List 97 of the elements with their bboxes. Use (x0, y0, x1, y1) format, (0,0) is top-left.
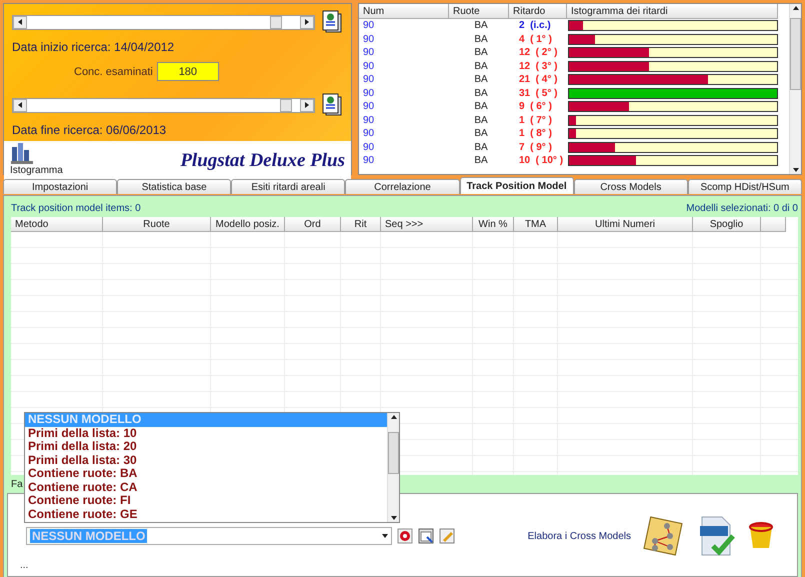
table-cell-text: 90 (362, 47, 376, 58)
delay-value: 21 ( 4° ) (518, 74, 558, 86)
ellipsis-link[interactable]: ... (20, 560, 787, 571)
column-header[interactable]: Num (359, 4, 449, 19)
table-cell-text: BA (473, 142, 489, 153)
arrow-icon[interactable] (390, 413, 398, 421)
gear-icon[interactable] (397, 528, 413, 544)
tab[interactable]: Scomp HDist/HSum (688, 179, 802, 194)
arrow-icon[interactable] (303, 18, 311, 26)
tab[interactable]: Track Position Model (460, 177, 574, 194)
dropdown-option[interactable]: Contiene ruote: GE (25, 508, 387, 521)
window-icon[interactable] (418, 528, 434, 544)
column-header[interactable]: Rit (341, 217, 381, 232)
delay-value: 10 ( 10° ) (518, 155, 564, 166)
column-header[interactable]: Ruote (449, 4, 509, 19)
arrow-icon[interactable] (16, 18, 24, 26)
count-label: Conc. esaminati (74, 66, 153, 78)
dropdown-option[interactable]: Primi della lista: 30 (25, 454, 387, 467)
calendar-button[interactable] (321, 10, 343, 34)
arrow-icon[interactable] (16, 101, 24, 109)
scrollbar[interactable] (789, 4, 801, 174)
tab[interactable]: Statistica base (117, 179, 232, 194)
tab[interactable]: Impostazioni (3, 179, 118, 194)
column-header[interactable]: Seq >>> (381, 217, 473, 232)
arrow-icon[interactable] (303, 101, 311, 109)
table-cell-text: 90 (362, 114, 376, 126)
table-cell-text: 90 (362, 128, 376, 140)
model-dropdown-list[interactable]: NESSUN MODELLO Primi della lista: 10 Primi della lista: 20 Primi della lista: 30 Contiene ruote: BA Contiene ruote: CA Contiene ruote: FI Contiene ruote: GE (24, 412, 400, 523)
filter-label: Fa (11, 478, 23, 490)
dropdown-option[interactable]: Primi della lista: 20 (25, 440, 387, 454)
delay-value: 4 ( 1° ) (518, 34, 553, 45)
dropdown-option[interactable]: Contiene ruote: BA (25, 467, 387, 480)
dropdown-option[interactable]: Primi della lista: 10 (25, 426, 387, 440)
arrow-icon[interactable] (792, 4, 800, 12)
slider-thumb[interactable] (270, 16, 282, 28)
end-date-label: Data fine ricerca: 06/06/2013 (12, 123, 168, 137)
items-count-label: Track position model items: 0 (11, 203, 141, 214)
column-header[interactable]: TMA (514, 217, 558, 232)
table-cell-text: 90 (362, 20, 376, 32)
table-cell-text: 90 (362, 142, 376, 153)
tab[interactable]: Esiti ritardi areali (231, 179, 346, 194)
table-cell-text: BA (473, 114, 489, 126)
cross-models-label: Elabora i Cross Models (528, 530, 631, 542)
delay-value: 12 ( 2° ) (518, 47, 558, 58)
table-cell-text: BA (473, 74, 489, 86)
count-field[interactable]: 180 (156, 62, 219, 81)
slider-thumb[interactable] (280, 98, 292, 112)
column-header (761, 217, 786, 232)
arrow-icon[interactable] (792, 166, 800, 174)
table-cell-text: BA (473, 128, 489, 140)
dropdown-option[interactable]: Contiene ruote: FI (25, 494, 387, 508)
delay-value: 7 ( 9° ) (518, 142, 553, 153)
calendar-button[interactable] (321, 93, 343, 117)
table-cell-text: BA (473, 101, 489, 112)
table-cell-text: BA (473, 88, 489, 99)
table-cell-text: 90 (362, 88, 376, 99)
column-header[interactable]: Metodo (11, 217, 103, 232)
date-scrollbar[interactable] (12, 14, 315, 30)
table-cell-text: BA (473, 47, 489, 58)
bucket-icon[interactable] (749, 522, 773, 550)
table-cell-text: 90 (362, 155, 376, 166)
table-cell-text: BA (473, 20, 489, 32)
tab[interactable]: Correlazione (345, 179, 460, 194)
column-header[interactable]: Win % (473, 217, 514, 232)
table-cell-text: 90 (362, 60, 376, 72)
arrow-icon[interactable] (381, 532, 389, 540)
export-check-icon[interactable] (699, 516, 735, 556)
delay-value: 12 ( 3° ) (518, 60, 558, 72)
dropdown-option[interactable]: Contiene ruote: CA (25, 480, 387, 494)
column-header[interactable]: Istogramma dei ritardi (567, 4, 778, 19)
date-scrollbar[interactable] (12, 98, 315, 112)
table-cell-text: BA (473, 34, 489, 45)
tab[interactable]: Cross Models (574, 179, 688, 194)
edit-icon[interactable] (439, 528, 455, 544)
column-header[interactable]: Modello posiz. (211, 217, 285, 232)
scrollbar[interactable] (387, 413, 399, 522)
delay-value: 31 ( 5° ) (518, 88, 558, 99)
table-cell-text: 90 (362, 34, 376, 45)
app-title: Plugstat Deluxe Plus (180, 150, 345, 173)
histogram-button[interactable]: Istogramma (10, 141, 63, 176)
table-cell-text: 90 (362, 74, 376, 86)
column-header[interactable]: Spoglio (693, 217, 761, 232)
selected-models-label: Modelli selezionati: 0 di 0 (686, 203, 798, 214)
delay-value: 1 ( 7° ) (518, 114, 553, 126)
arrow-icon[interactable] (390, 514, 398, 522)
table-cell-text: BA (473, 60, 489, 72)
column-header[interactable]: Ord (285, 217, 341, 232)
column-header[interactable]: Ritardo (509, 4, 567, 19)
table-cell-text: 90 (362, 101, 376, 112)
delay-value: 9 ( 6° ) (518, 101, 553, 112)
delay-value: 1 ( 8° ) (518, 128, 553, 140)
column-header[interactable]: Ultimi Numeri (558, 217, 693, 232)
column-header[interactable]: Ruote (103, 217, 211, 232)
table-cell-text: BA (473, 155, 489, 166)
bar-chart-icon (10, 141, 34, 165)
start-date-label: Data inizio ricerca: 14/04/2012 (12, 40, 176, 54)
delay-value: 2 (i.c.) (518, 20, 552, 32)
